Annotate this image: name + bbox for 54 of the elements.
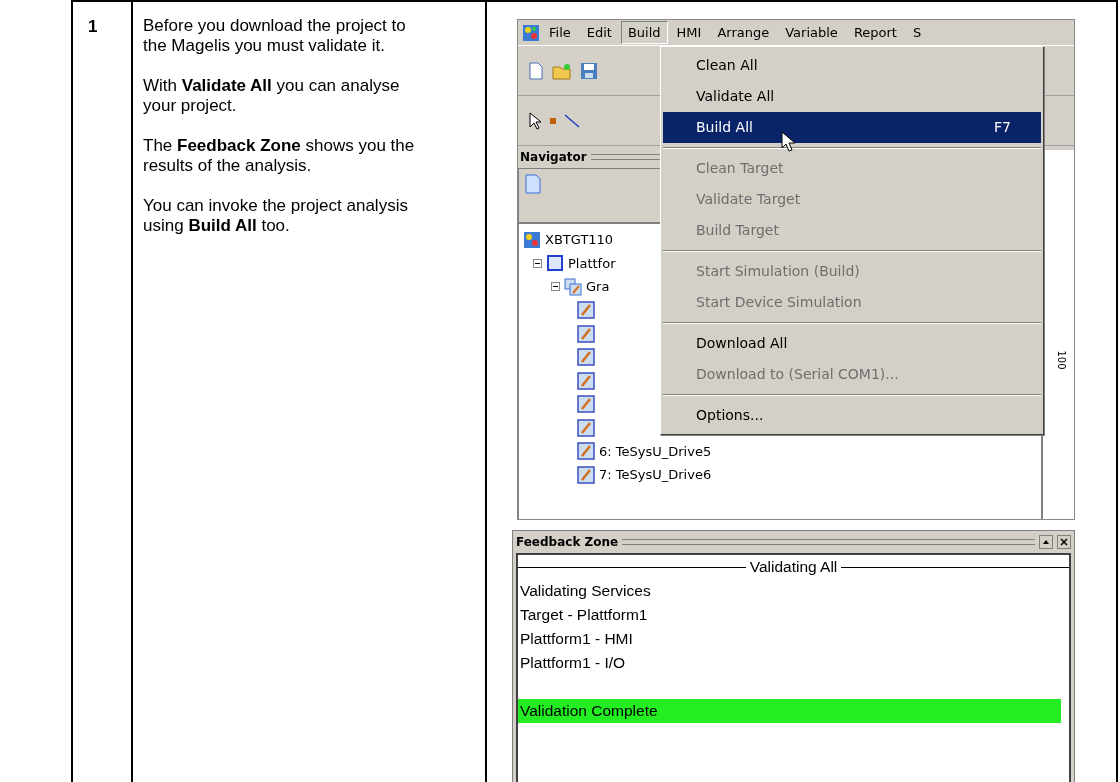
panel-icon [577, 301, 595, 320]
scroll-up-icon[interactable] [1039, 535, 1053, 549]
log-heading: Validating All [749, 557, 838, 577]
collapse-icon[interactable] [551, 282, 560, 292]
menu-item[interactable]: Download All [663, 328, 1041, 359]
panel-icon [577, 348, 595, 367]
log-line: Target - Plattform1 [519, 605, 649, 625]
instruction-text: You can invoke the project analysis using Build All too. [143, 196, 409, 236]
pointer-icon [528, 111, 542, 130]
panel-title: Feedback Zone [516, 534, 619, 551]
tree-item[interactable]: 6: TeSysU_Drive5 [599, 439, 712, 463]
panel-icon [577, 418, 595, 437]
tree-item[interactable]: Plattfor [568, 251, 616, 275]
log-line: Plattform1 - I/O [519, 653, 627, 673]
panel-icon [577, 324, 595, 343]
panel-title: Navigator [520, 149, 587, 166]
menu-item[interactable]: Report [846, 20, 904, 45]
log-line: Validating Services [519, 581, 652, 601]
log-line: Plattform1 - HMI [519, 629, 634, 649]
tree-item[interactable]: XBTGT110 [545, 228, 614, 252]
document-icon [525, 173, 541, 194]
menu-item[interactable]: Validate All [663, 81, 1041, 112]
project-icon [523, 230, 541, 249]
mouse-cursor-icon [781, 131, 797, 153]
tree-item[interactable]: Gra [586, 275, 610, 299]
panel-icon [577, 442, 595, 461]
step-number: 1 [88, 17, 98, 36]
menu-item[interactable]: File [542, 20, 578, 45]
folder-icon [552, 61, 572, 80]
menu-item[interactable]: Variable [778, 20, 845, 45]
panel-icon [577, 371, 595, 390]
line-icon [564, 113, 580, 128]
menu-item[interactable]: Clean All [663, 50, 1041, 81]
instruction-text: Before you download the project to the Magelis you must validate it. [143, 16, 407, 56]
collapse-icon[interactable] [533, 258, 542, 268]
menu-item[interactable]: Build [620, 20, 668, 45]
instruction-text: The Feedback Zone shows you the results of the analysis. [143, 136, 416, 176]
menu-item[interactable]: S [906, 20, 929, 45]
panels-icon [564, 277, 582, 296]
platform-icon [546, 254, 564, 273]
save-icon [580, 61, 598, 80]
instruction-text: With Validate All you can analyse your project. [143, 76, 401, 116]
new-file-icon [528, 61, 544, 80]
menu-item[interactable]: Arrange [710, 20, 777, 45]
close-icon[interactable] [1057, 535, 1071, 549]
app-logo-icon [522, 23, 540, 42]
panel-icon [577, 395, 595, 414]
menu-item[interactable]: Options... [663, 400, 1041, 431]
panel-icon [577, 465, 595, 484]
menu-item[interactable]: Build All F7 [663, 112, 1041, 143]
tree-item[interactable]: 7: TeSysU_Drive6 [599, 463, 712, 487]
ruler-label: 100 [1054, 350, 1068, 370]
menu-item[interactable]: Edit [579, 20, 619, 45]
menu-item[interactable]: HMI [669, 20, 709, 45]
